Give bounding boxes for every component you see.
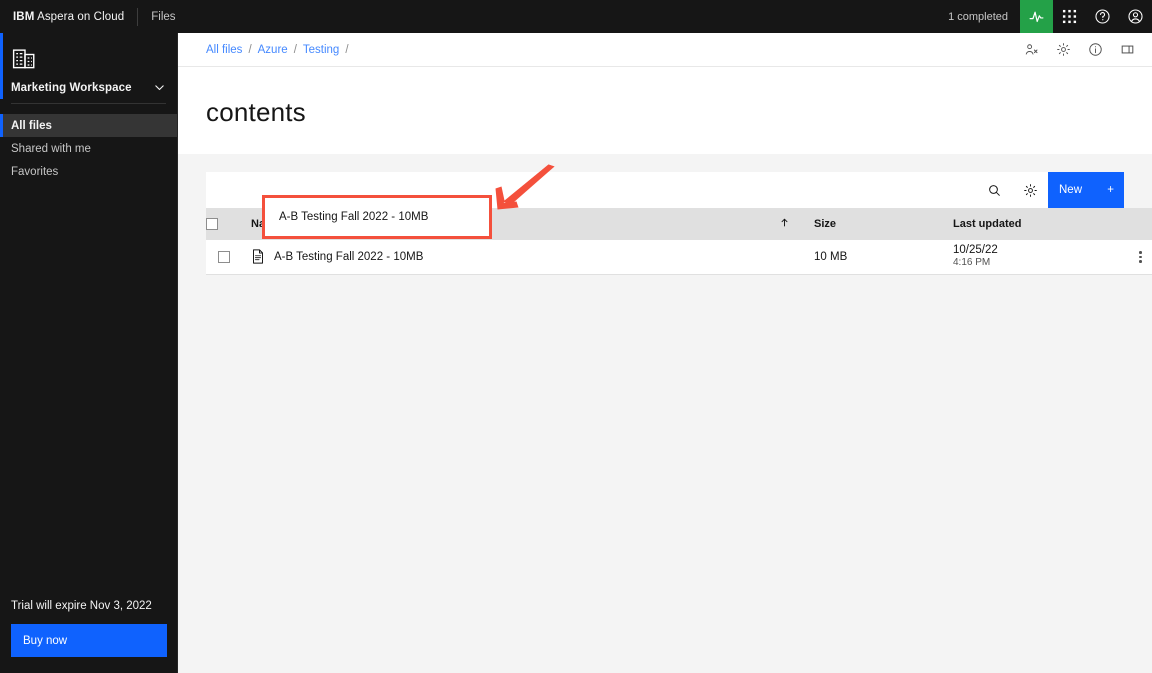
row-updated-date: 10/25/22 bbox=[953, 244, 998, 257]
activity-pulse-icon[interactable] bbox=[1020, 0, 1053, 33]
row-size-cell: 10 MB bbox=[802, 240, 941, 275]
select-all-checkbox[interactable] bbox=[206, 218, 218, 231]
brand-prefix: IBM bbox=[13, 10, 35, 23]
help-circle-icon[interactable] bbox=[1086, 0, 1119, 33]
breadcrumb-item-all-files[interactable]: All files bbox=[206, 44, 242, 56]
side-panel-icon[interactable] bbox=[1116, 39, 1138, 61]
workspace-name-label: Marketing Workspace bbox=[11, 81, 132, 94]
column-header-size-label: Size bbox=[814, 218, 837, 230]
breadcrumb-separator: / bbox=[293, 43, 297, 56]
table-row[interactable]: A-B Testing Fall 2022 - 10MB 10 MB 10/25… bbox=[206, 240, 1152, 275]
trial-section: Trial will expire Nov 3, 2022 Buy now bbox=[0, 600, 178, 673]
sidebar-item-shared-with-me[interactable]: Shared with me bbox=[0, 137, 177, 160]
top-header-bar: IBM Aspera on Cloud Files 1 completed bbox=[0, 0, 1152, 33]
row-name-cell[interactable]: A-B Testing Fall 2022 - 10MB bbox=[239, 240, 802, 275]
share-users-icon[interactable] bbox=[1020, 39, 1042, 61]
breadcrumb-trailing-separator: / bbox=[345, 43, 349, 56]
overflow-menu-icon[interactable] bbox=[1133, 251, 1148, 263]
breadcrumb: All files / Azure / Testing / bbox=[206, 44, 349, 56]
breadcrumb-item-azure[interactable]: Azure bbox=[258, 44, 288, 56]
row-actions-cell bbox=[1121, 240, 1152, 275]
main-content: All files / Azure / Testing / contents N… bbox=[178, 33, 1152, 673]
column-header-last-updated-label: Last updated bbox=[953, 218, 1022, 230]
user-avatar-icon[interactable] bbox=[1119, 0, 1152, 33]
row-updated-cell: 10/25/22 4:16 PM bbox=[941, 240, 1121, 275]
column-header-actions bbox=[1121, 208, 1152, 240]
trial-expiry-label: Trial will expire Nov 3, 2022 bbox=[11, 600, 152, 612]
new-button-label: New bbox=[1059, 184, 1083, 196]
sidebar-accent-bar bbox=[0, 33, 3, 99]
breadcrumb-separator: / bbox=[248, 43, 252, 56]
search-icon[interactable] bbox=[976, 172, 1012, 208]
app-name-label: Files bbox=[151, 10, 176, 23]
brand-divider bbox=[137, 7, 139, 26]
workspace-section: Marketing Workspace bbox=[0, 33, 177, 104]
breadcrumb-actions bbox=[1020, 39, 1138, 61]
select-all-header bbox=[206, 208, 239, 240]
sidebar-item-favorites[interactable]: Favorites bbox=[0, 160, 177, 183]
page-title: contents bbox=[206, 97, 306, 127]
column-header-last-updated[interactable]: Last updated bbox=[941, 208, 1121, 240]
brand-area[interactable]: IBM Aspera on Cloud Files bbox=[0, 0, 176, 33]
sidebar-item-label: Favorites bbox=[11, 165, 59, 178]
breadcrumb-item-testing[interactable]: Testing bbox=[303, 44, 339, 56]
brand-title: IBM Aspera on Cloud bbox=[13, 11, 124, 23]
plus-icon: + bbox=[1107, 184, 1114, 196]
workspace-selector[interactable]: Marketing Workspace bbox=[11, 81, 166, 104]
sidebar-item-all-files[interactable]: All files bbox=[0, 114, 177, 137]
chevron-down-icon[interactable] bbox=[153, 81, 166, 94]
row-checkbox[interactable] bbox=[218, 250, 230, 263]
info-circle-icon[interactable] bbox=[1084, 39, 1106, 61]
annotation-highlight-box: A-B Testing Fall 2022 - 10MB bbox=[264, 197, 490, 237]
buy-now-button[interactable]: Buy now bbox=[11, 624, 167, 657]
brand-rest: Aspera on Cloud bbox=[37, 10, 125, 23]
gear-icon[interactable] bbox=[1052, 39, 1074, 61]
app-grid-icon[interactable] bbox=[1053, 0, 1086, 33]
row-select-cell bbox=[206, 240, 239, 275]
new-button[interactable]: New + bbox=[1048, 172, 1124, 208]
buildings-icon bbox=[11, 43, 41, 73]
row-file-name: A-B Testing Fall 2022 - 10MB bbox=[274, 250, 424, 263]
files-table-body: A-B Testing Fall 2022 - 10MB 10 MB 10/25… bbox=[206, 240, 1152, 275]
column-header-size[interactable]: Size bbox=[802, 208, 941, 240]
row-updated-time: 4:16 PM bbox=[953, 257, 991, 269]
breadcrumb-bar: All files / Azure / Testing / bbox=[178, 33, 1152, 67]
top-header-actions: 1 completed bbox=[936, 0, 1152, 33]
transfer-status-label: 1 completed bbox=[948, 10, 1008, 23]
left-sidebar: Marketing Workspace All files Shared wit… bbox=[0, 33, 178, 673]
document-icon bbox=[251, 249, 265, 264]
sidebar-nav: All files Shared with me Favorites bbox=[0, 114, 177, 183]
arrow-up-icon[interactable] bbox=[779, 217, 790, 231]
table-settings-gear-icon[interactable] bbox=[1012, 172, 1048, 208]
sidebar-item-label: All files bbox=[11, 119, 52, 132]
aspera-files-app: IBM Aspera on Cloud Files 1 completed Ma… bbox=[0, 0, 1152, 673]
sidebar-item-label: Shared with me bbox=[11, 142, 91, 155]
